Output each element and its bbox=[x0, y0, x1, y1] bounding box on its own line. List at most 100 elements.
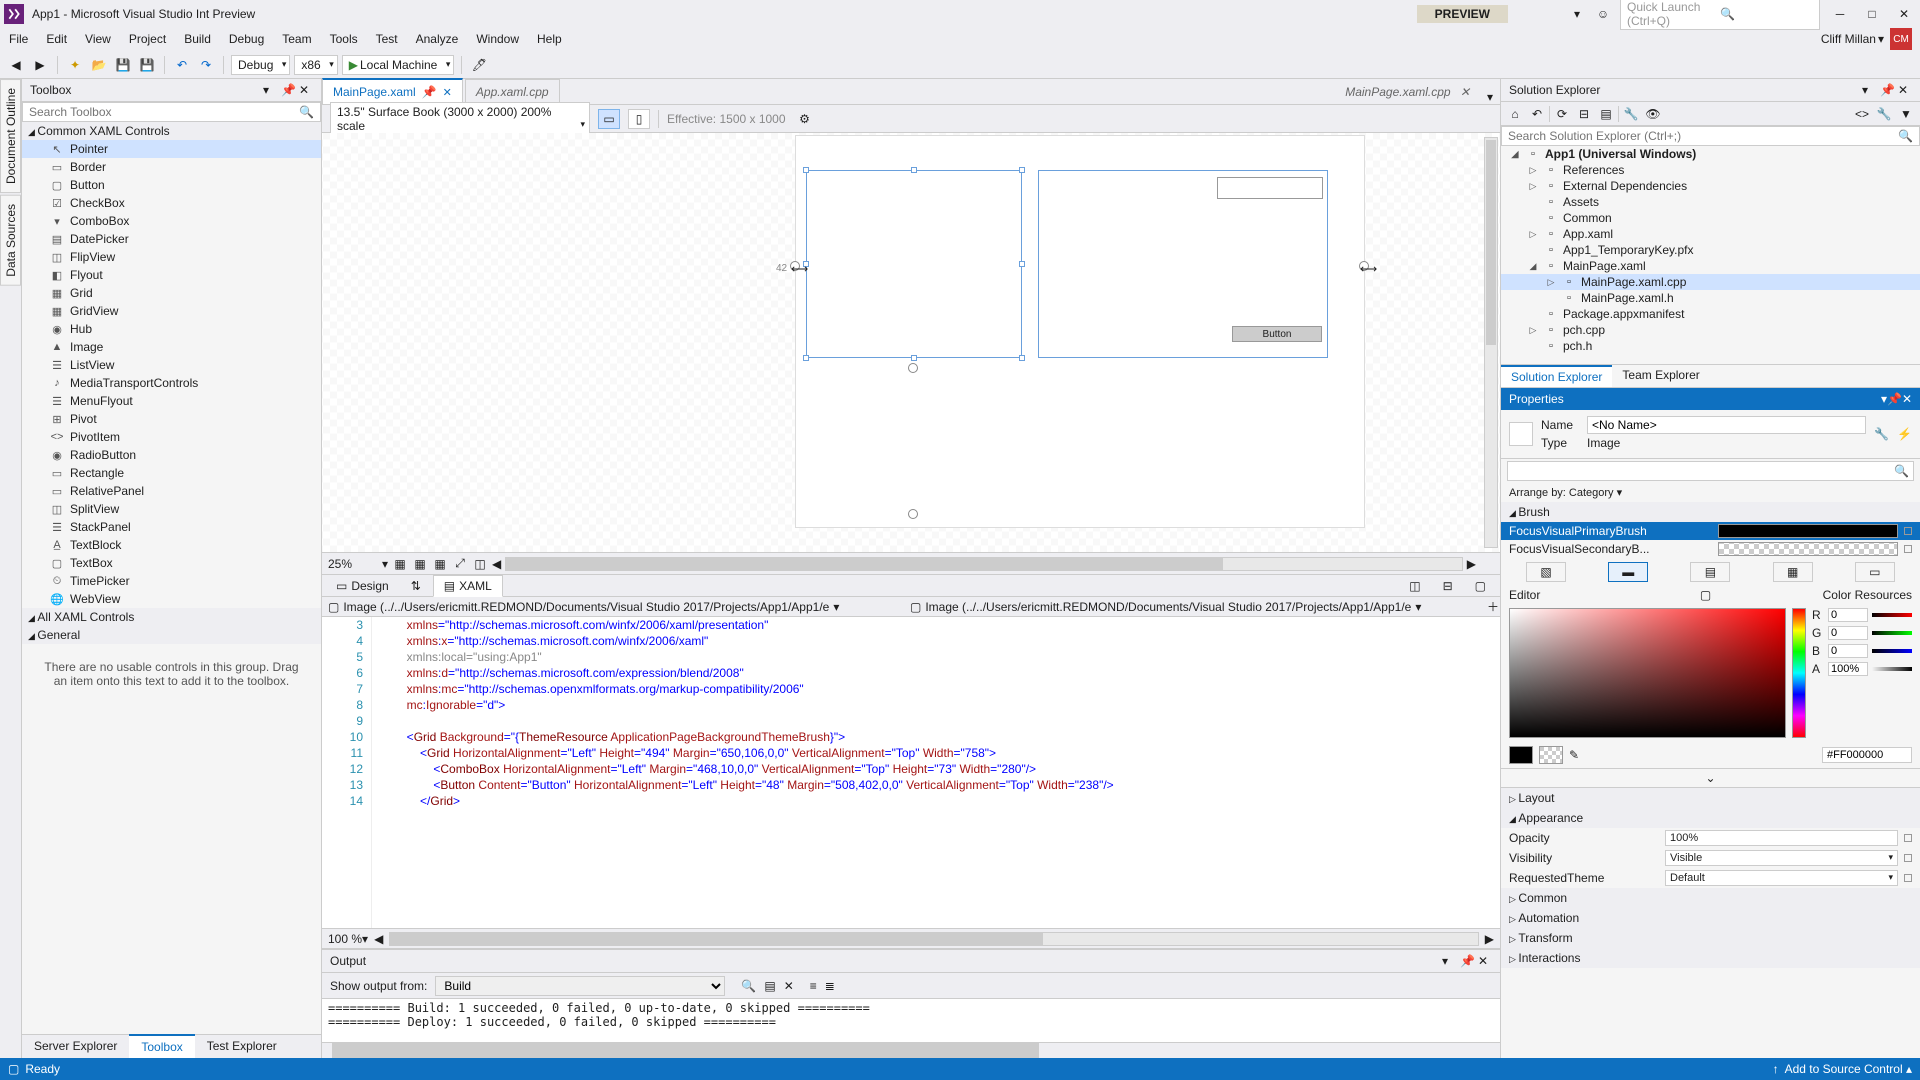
expand-icon[interactable]: ▷ bbox=[1527, 165, 1539, 176]
tool-icon[interactable]: ◫ bbox=[472, 556, 488, 572]
notification-icon[interactable]: ▾ bbox=[1568, 5, 1586, 23]
tree-node[interactable]: ▷▫References bbox=[1501, 162, 1920, 178]
user-avatar[interactable]: CM bbox=[1890, 28, 1912, 50]
a-input[interactable] bbox=[1828, 662, 1868, 676]
b-input[interactable] bbox=[1828, 644, 1868, 658]
preview-icon[interactable]: 👁 bbox=[1643, 104, 1663, 124]
toolbox-item-stackpanel[interactable]: ☰StackPanel bbox=[22, 518, 321, 536]
code-editor[interactable]: 34567891011121314 xmlns="http://schemas.… bbox=[322, 617, 1500, 928]
tree-node[interactable]: ▷▫MainPage.xaml.cpp bbox=[1501, 274, 1920, 290]
design-combobox[interactable] bbox=[1217, 177, 1323, 199]
toolbox-search[interactable]: 🔍 bbox=[22, 102, 321, 122]
close-icon[interactable]: ✕ bbox=[1902, 392, 1912, 406]
toolbox-item-rectangle[interactable]: ▭Rectangle bbox=[22, 464, 321, 482]
tab-xaml[interactable]: ▤XAML bbox=[433, 575, 503, 597]
split-h-icon[interactable]: ◫ bbox=[1399, 576, 1430, 596]
toolbox-item-relativepanel[interactable]: ▭RelativePanel bbox=[22, 482, 321, 500]
tree-node[interactable]: ◢▫App1 (Universal Windows) bbox=[1501, 146, 1920, 162]
code-icon[interactable]: <> bbox=[1852, 104, 1872, 124]
eyedropper-icon[interactable]: ✎ bbox=[1569, 748, 1579, 762]
toolbox-item-textbox[interactable]: ▢TextBox bbox=[22, 554, 321, 572]
g-input[interactable] bbox=[1828, 626, 1868, 640]
dropdown-icon[interactable]: ▾ bbox=[263, 83, 277, 97]
wrench-icon[interactable]: 🔧 bbox=[1874, 427, 1889, 441]
toolbox-item-pivot[interactable]: ⊞Pivot bbox=[22, 410, 321, 428]
toolbox-group[interactable]: All XAML Controls bbox=[22, 608, 321, 626]
toolbox-item-image[interactable]: ▲Image bbox=[22, 338, 321, 356]
tree-node[interactable]: ▷▫pch.cpp bbox=[1501, 322, 1920, 338]
section-appearance[interactable]: Appearance bbox=[1501, 808, 1920, 828]
scroll-right-icon[interactable]: ▶ bbox=[1485, 932, 1494, 946]
expand-icon[interactable]: ▷ bbox=[1527, 325, 1539, 336]
tab-server-explorer[interactable]: Server Explorer bbox=[22, 1035, 129, 1058]
design-grid-selected[interactable] bbox=[806, 170, 1022, 358]
menu-file[interactable]: File bbox=[0, 29, 37, 49]
tab-design[interactable]: ▭Design bbox=[326, 576, 399, 596]
snap2-icon[interactable]: ▦ bbox=[432, 556, 448, 572]
anchor-icon[interactable]: ⟷ bbox=[790, 261, 800, 271]
toolbox-item-datepicker[interactable]: ▤DatePicker bbox=[22, 230, 321, 248]
feedback-icon[interactable]: ☺ bbox=[1594, 5, 1612, 23]
scroll-left-icon[interactable]: ◀ bbox=[374, 932, 383, 946]
solid-brush-icon[interactable]: ▬ bbox=[1608, 562, 1648, 582]
settings-icon[interactable]: ⚙ bbox=[794, 109, 816, 129]
gradient-brush-icon[interactable]: ▤ bbox=[1690, 562, 1730, 582]
toolbox-item-button[interactable]: ▢Button bbox=[22, 176, 321, 194]
toolbox-item-pivotitem[interactable]: <>PivotItem bbox=[22, 428, 321, 446]
section-common[interactable]: Common bbox=[1501, 888, 1920, 908]
nav-back-button[interactable]: ◀ bbox=[6, 55, 26, 75]
toolbox-group[interactable]: General bbox=[22, 626, 321, 644]
code-hscroll[interactable] bbox=[389, 932, 1478, 946]
quick-launch-input[interactable]: Quick Launch (Ctrl+Q) 🔍 bbox=[1620, 0, 1820, 30]
pin-icon[interactable]: 📌 bbox=[281, 83, 295, 97]
output-source-dropdown[interactable]: Build bbox=[435, 976, 725, 996]
marker-icon[interactable] bbox=[1904, 834, 1912, 842]
tab-toolbox[interactable]: Toolbox bbox=[129, 1034, 194, 1058]
section-interactions[interactable]: Interactions bbox=[1501, 948, 1920, 968]
expand-icon[interactable]: ▷ bbox=[1527, 229, 1539, 240]
toolbox-item-mediatransportcontrols[interactable]: ♪MediaTransportControls bbox=[22, 374, 321, 392]
section-transform[interactable]: Transform bbox=[1501, 928, 1920, 948]
editor-tab[interactable]: Editor bbox=[1509, 588, 1700, 602]
theme-dropdown[interactable]: Default bbox=[1665, 870, 1898, 886]
toolbox-item-webview[interactable]: 🌐WebView bbox=[22, 590, 321, 608]
split-v-icon[interactable]: ⊟ bbox=[1433, 576, 1463, 596]
brush-row[interactable]: FocusVisualPrimaryBrush bbox=[1501, 522, 1920, 540]
tree-node[interactable]: ▫Package.appxmanifest bbox=[1501, 306, 1920, 322]
pin-icon[interactable]: 📌 bbox=[422, 85, 437, 99]
zoom-value[interactable]: 25% bbox=[328, 557, 378, 571]
toolbox-item-splitview[interactable]: ◫SplitView bbox=[22, 500, 321, 518]
close-button[interactable]: ✕ bbox=[1892, 5, 1916, 23]
toolbox-group[interactable]: Common XAML Controls bbox=[22, 122, 321, 140]
section-layout[interactable]: Layout bbox=[1501, 788, 1920, 808]
redo-button[interactable]: ↷ bbox=[196, 55, 216, 75]
menu-window[interactable]: Window bbox=[467, 29, 528, 49]
fit-icon[interactable]: ⤢ bbox=[452, 556, 468, 572]
output-hscroll[interactable] bbox=[322, 1042, 1500, 1058]
menu-debug[interactable]: Debug bbox=[220, 29, 273, 49]
wrench-icon[interactable]: 🔧 bbox=[1874, 104, 1894, 124]
hue-slider[interactable] bbox=[1792, 608, 1806, 738]
close-icon[interactable]: ✕ bbox=[1478, 954, 1492, 968]
goto-icon[interactable]: ▤ bbox=[764, 979, 775, 993]
menu-help[interactable]: Help bbox=[528, 29, 571, 49]
home-icon[interactable]: ⌂ bbox=[1505, 104, 1525, 124]
toolbox-item-grid[interactable]: ▦Grid bbox=[22, 284, 321, 302]
menu-test[interactable]: Test bbox=[367, 29, 407, 49]
toolbox-item-timepicker[interactable]: ⏲TimePicker bbox=[22, 572, 321, 590]
menu-analyze[interactable]: Analyze bbox=[407, 29, 468, 49]
menu-edit[interactable]: Edit bbox=[37, 29, 76, 49]
scroll-right-icon[interactable]: ▶ bbox=[1467, 557, 1476, 571]
properties-search[interactable]: 🔍 bbox=[1507, 461, 1914, 481]
scroll-left-icon[interactable]: ◀ bbox=[492, 557, 501, 571]
no-brush-icon[interactable]: ▧ bbox=[1526, 562, 1566, 582]
save-button[interactable]: 💾 bbox=[113, 55, 133, 75]
open-button[interactable]: 📂 bbox=[89, 55, 109, 75]
zoom-dropdown-icon[interactable]: ▾ bbox=[362, 932, 368, 946]
toolbox-item-border[interactable]: ▭Border bbox=[22, 158, 321, 176]
color-gradient[interactable] bbox=[1509, 608, 1786, 738]
tree-node[interactable]: ▫Assets bbox=[1501, 194, 1920, 210]
pin-icon[interactable]: 📌 bbox=[1887, 392, 1902, 406]
orientation-portrait-button[interactable]: ▯ bbox=[628, 109, 650, 129]
source-control-button[interactable]: Add to Source Control ▴ bbox=[1785, 1062, 1912, 1076]
